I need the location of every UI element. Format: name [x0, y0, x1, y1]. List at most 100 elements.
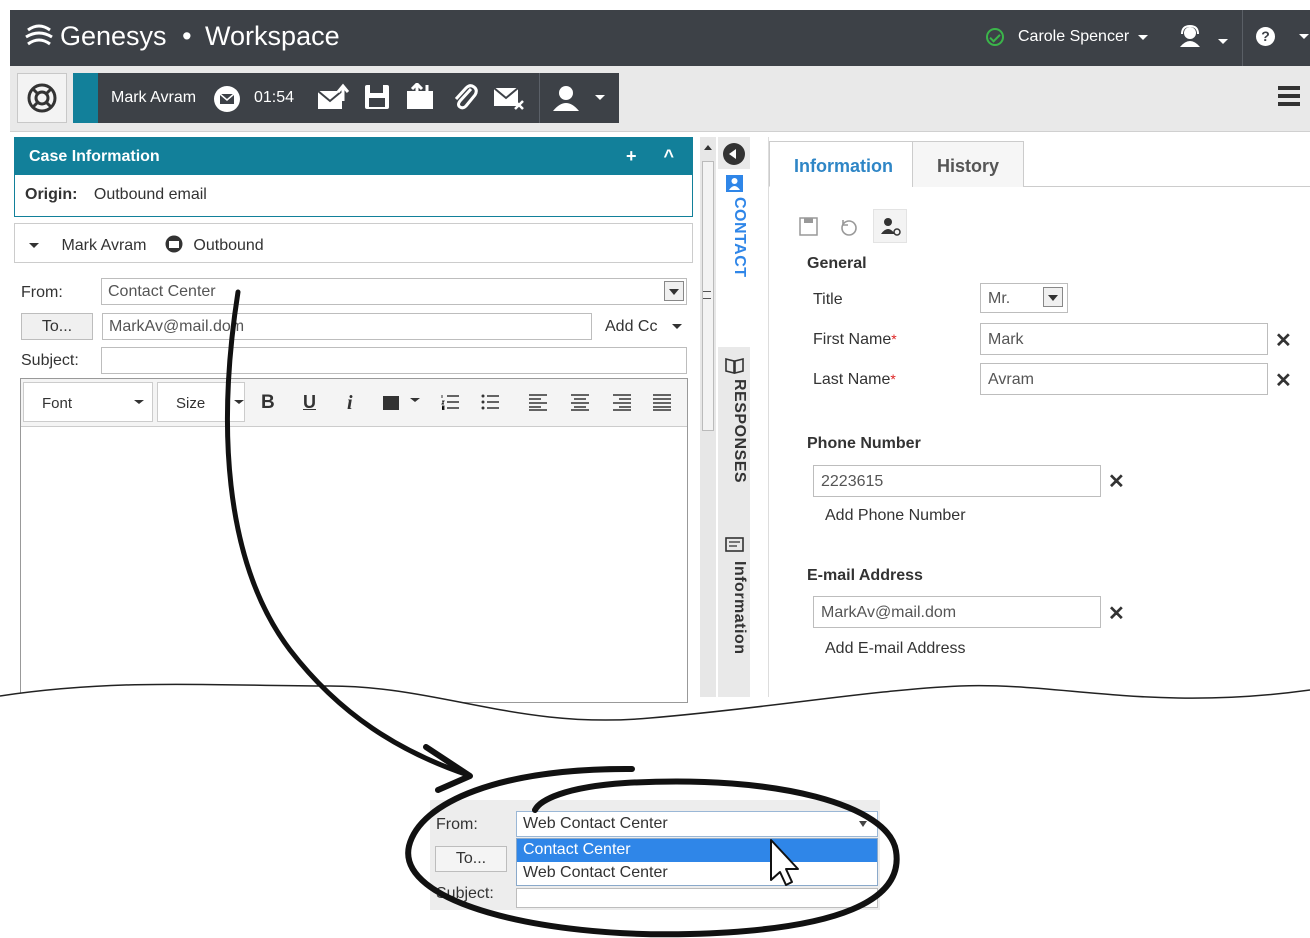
scrollbar[interactable] — [700, 137, 716, 697]
add-case-data-icon[interactable]: + — [626, 146, 637, 166]
first-name-label-text: First Name — [813, 331, 892, 348]
subject-label: Subject: — [21, 352, 79, 369]
first-name-label: First Name* — [813, 331, 897, 349]
chevron-down-icon[interactable] — [1043, 287, 1063, 307]
chevron-down-icon — [234, 400, 244, 404]
tab-information[interactable]: Information — [718, 535, 750, 675]
manage-contact-button[interactable] — [873, 209, 907, 243]
email-address-field[interactable]: MarkAv@mail.dom — [813, 596, 1101, 628]
add-phone-number-link[interactable]: Add Phone Number — [825, 507, 966, 525]
tab-responses[interactable]: RESPONSES — [718, 355, 750, 495]
tab-information[interactable]: Information — [769, 141, 918, 187]
required-indicator: * — [890, 371, 896, 387]
from-select[interactable]: Web Contact Center — [516, 811, 878, 837]
drag-handle-icon[interactable] — [703, 291, 711, 299]
phone-section-header: Phone Number — [807, 435, 921, 452]
size-dropdown-label: Size — [176, 395, 206, 412]
chevron-down-icon[interactable] — [1299, 34, 1309, 39]
save-icon[interactable] — [363, 83, 391, 111]
tab-history[interactable]: History — [912, 141, 1025, 187]
chevron-down-icon — [595, 95, 606, 100]
contact-tabs: Information History — [769, 141, 1310, 187]
brand-name: Genesys — [60, 21, 167, 51]
italic-button[interactable]: i — [347, 392, 353, 415]
general-section-header: General — [807, 255, 867, 272]
scroll-up-arrow[interactable] — [704, 145, 712, 150]
numbered-list-icon[interactable] — [441, 394, 459, 410]
attachment-icon[interactable] — [451, 83, 479, 111]
lifebuoy-icon — [27, 83, 57, 113]
align-right-icon[interactable] — [613, 393, 631, 411]
align-center-icon[interactable] — [571, 393, 589, 411]
agent-menu-button[interactable] — [1178, 24, 1228, 53]
chevron-down-icon — [671, 324, 682, 330]
genesys-logo-icon — [25, 24, 53, 46]
agent-status-menu[interactable]: Carole Spencer — [986, 28, 1149, 46]
chevron-down-icon[interactable] — [859, 821, 867, 827]
hamburger-menu-icon[interactable] — [1278, 86, 1300, 110]
clear-first-name-icon[interactable]: ✕ — [1275, 328, 1292, 353]
interaction-contact-name[interactable]: Mark Avram — [111, 89, 196, 107]
product-name: Workspace — [205, 21, 340, 51]
align-left-icon[interactable] — [529, 393, 547, 411]
add-email-address-link[interactable]: Add E-mail Address — [825, 640, 966, 658]
title-select[interactable]: Mr. — [980, 283, 1068, 313]
first-name-field[interactable]: Mark — [980, 323, 1268, 355]
subject-field[interactable] — [101, 347, 687, 374]
contact-panel: Information History General Title Mr. Fi… — [768, 137, 1310, 697]
chevron-down-icon — [1217, 39, 1228, 45]
from-select[interactable]: Contact Center — [101, 278, 687, 305]
origin-label: Origin: — [25, 186, 78, 203]
ready-status-icon — [986, 28, 1004, 46]
interaction-bar: Mark Avram 01:54 — [73, 73, 619, 123]
chevron-down-icon[interactable] — [664, 281, 684, 301]
chevron-down-icon[interactable] — [410, 398, 420, 402]
email-body-editor[interactable]: Font Size B U i — [20, 378, 688, 703]
to-button[interactable]: To... — [21, 313, 93, 340]
underline-button[interactable]: U — [303, 392, 316, 413]
email-section-header: E-mail Address — [807, 567, 923, 584]
phone-field[interactable]: 2223615 — [813, 465, 1101, 497]
subject-field[interactable] — [516, 888, 878, 908]
divider — [1242, 10, 1243, 66]
collapse-icon[interactable]: ^ — [663, 146, 674, 166]
reset-icon[interactable] — [839, 217, 859, 237]
case-information-panel: Case Information + ^ Origin: Outbound em… — [14, 137, 693, 217]
save-icon[interactable] — [799, 217, 818, 236]
from-option[interactable]: Web Contact Center — [517, 862, 877, 885]
support-button[interactable] — [17, 73, 67, 123]
clear-last-name-icon[interactable]: ✕ — [1275, 368, 1292, 393]
add-cc-button[interactable]: Add Cc — [605, 318, 682, 336]
to-button[interactable]: To... — [435, 846, 507, 872]
agent-name: Carole Spencer — [1018, 28, 1130, 45]
case-actions: + ^ — [626, 146, 674, 167]
email-interaction-header[interactable]: Mark Avram Outbound — [14, 223, 693, 263]
from-selected-value: Web Contact Center — [523, 815, 668, 832]
remove-phone-icon[interactable]: ✕ — [1108, 469, 1125, 494]
side-tabs: CONTACT RESPONSES Information — [718, 137, 750, 697]
expand-icon[interactable] — [29, 243, 39, 249]
send-icon[interactable] — [317, 83, 349, 111]
email-actions — [317, 83, 525, 111]
mark-done-icon[interactable] — [493, 83, 525, 111]
remove-email-icon[interactable]: ✕ — [1108, 601, 1125, 626]
chevron-down-icon — [134, 400, 144, 404]
from-label: From: — [21, 284, 63, 301]
text-color-button[interactable] — [383, 396, 399, 410]
help-icon[interactable]: ? — [1256, 27, 1275, 46]
main-toolbar: Mark Avram 01:54 — [10, 66, 1310, 132]
bulleted-list-icon[interactable] — [481, 394, 499, 410]
title-label: Title — [813, 291, 843, 308]
to-field[interactable]: MarkAv@mail.dom — [102, 313, 592, 340]
from-option[interactable]: Contact Center — [517, 839, 877, 862]
size-dropdown[interactable]: Size — [157, 382, 245, 422]
case-information-header: Case Information + ^ — [15, 138, 692, 175]
tab-contact[interactable]: CONTACT — [718, 169, 750, 347]
party-action-menu[interactable] — [553, 85, 606, 117]
move-to-folder-icon[interactable] — [405, 83, 437, 111]
last-name-field[interactable]: Avram — [980, 363, 1268, 395]
bold-button[interactable]: B — [261, 392, 275, 414]
font-dropdown[interactable]: Font — [23, 382, 153, 422]
justify-icon[interactable] — [653, 393, 671, 411]
collapse-sidebar-button[interactable] — [723, 143, 745, 165]
